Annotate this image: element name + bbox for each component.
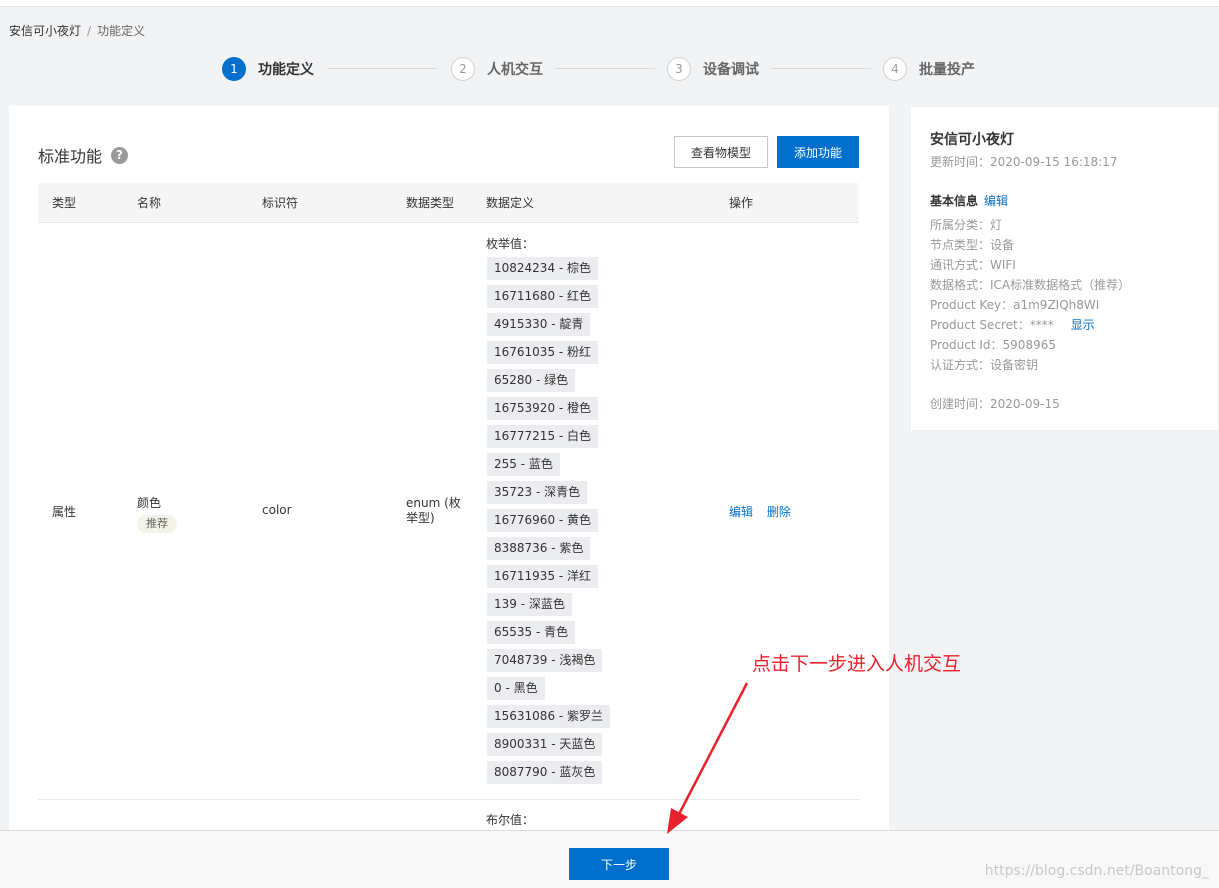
- basic-info-heading: 基本信息 编辑: [930, 192, 1008, 209]
- enum-item: 65280 - 绿色: [487, 369, 576, 392]
- enum-item: 35723 - 深青色: [487, 481, 588, 504]
- info-data-format: 数据格式：ICA标准数据格式（推荐）: [930, 278, 1131, 292]
- next-step-button[interactable]: 下一步: [569, 848, 669, 880]
- enum-item: 16753920 - 橙色: [487, 397, 599, 420]
- header-identifier: 标识符: [262, 196, 299, 210]
- breadcrumb-separator: /: [87, 24, 92, 38]
- bool-title: 布尔值：: [486, 813, 535, 827]
- info-category: 所属分类：灯: [930, 218, 1003, 232]
- breadcrumb-current: 功能定义: [97, 24, 146, 38]
- product-info-panel: 安信可小夜灯 更新时间：2020-09-15 16:18:17 基本信息 编辑 所…: [910, 106, 1219, 431]
- enum-item: 8900331 - 天蓝色: [487, 733, 603, 756]
- view-model-button[interactable]: 查看物模型: [674, 136, 768, 168]
- panel-title-text: 标准功能: [38, 147, 103, 166]
- annotation-text: 点击下一步进入人机交互: [752, 653, 962, 675]
- enum-item: 0 - 黑色: [487, 677, 545, 700]
- cell-data-type: enum (枚举型): [406, 496, 461, 525]
- enum-list: 10824234 - 棕色 16711680 - 红色 4915330 - 靛青…: [487, 257, 611, 789]
- cell-type: 属性: [52, 505, 77, 519]
- step-3-number: 3: [667, 57, 691, 81]
- table-header: 类型 名称 标识符 数据类型 数据定义 操作: [38, 183, 859, 223]
- enum-item: 16777215 - 白色: [487, 425, 599, 448]
- step-connector: [327, 68, 437, 69]
- step-1[interactable]: 1 功能定义: [222, 57, 314, 81]
- step-2-label: 人机交互: [487, 62, 543, 78]
- info-product-id: Product Id：5908965: [930, 338, 1056, 352]
- step-2-number: 2: [451, 57, 475, 81]
- enum-item: 16711935 - 洋红: [487, 565, 599, 588]
- product-name: 安信可小夜灯: [930, 132, 1014, 148]
- enum-item: 16776960 - 黄色: [487, 509, 599, 532]
- step-4-number: 4: [883, 57, 907, 81]
- step-progress: 1 功能定义 2 人机交互 3 设备调试 4 批量投产: [222, 57, 982, 81]
- step-1-label: 功能定义: [258, 62, 314, 78]
- enum-title: 枚举值：: [486, 237, 535, 251]
- step-1-number: 1: [222, 57, 246, 81]
- header-type: 类型: [52, 196, 77, 210]
- panel-title: 标准功能 ?: [38, 143, 129, 167]
- cell-name: 颜色 推荐: [137, 494, 177, 533]
- header-data-def: 数据定义: [486, 196, 535, 210]
- info-product-secret-row: Product Secret：**** 显示: [930, 316, 1095, 333]
- breadcrumb: 安信可小夜灯 / 功能定义: [9, 22, 145, 39]
- cell-identifier: color: [262, 503, 292, 517]
- watermark: https://blog.csdn.net/Boantong_: [984, 863, 1209, 879]
- enum-item: 4915330 - 靛青: [487, 313, 591, 336]
- step-4-label: 批量投产: [919, 62, 975, 78]
- header-name: 名称: [137, 196, 162, 210]
- updated-time: 更新时间：2020-09-15 16:18:17: [930, 155, 1118, 169]
- enum-item: 65535 - 青色: [487, 621, 576, 644]
- header-data-type: 数据类型: [406, 196, 455, 210]
- step-2[interactable]: 2 人机交互: [451, 57, 543, 81]
- enum-item: 16761035 - 粉红: [487, 341, 599, 364]
- enum-item: 10824234 - 棕色: [487, 257, 599, 280]
- delete-link[interactable]: 删除: [767, 505, 791, 519]
- basic-info-title: 基本信息: [930, 194, 979, 208]
- footer-bar: 下一步 https://blog.csdn.net/Boantong_: [0, 830, 1219, 888]
- enum-item: 8388736 - 紫色: [487, 537, 591, 560]
- info-auth: 认证方式：设备密钥: [930, 358, 1039, 372]
- step-connector: [771, 68, 871, 69]
- info-created: 创建时间：2020-09-15: [930, 397, 1060, 411]
- top-bar: [0, 0, 1219, 7]
- add-function-button[interactable]: 添加功能: [777, 136, 859, 168]
- edit-link[interactable]: 编辑: [729, 505, 753, 519]
- enum-item: 15631086 - 紫罗兰: [487, 705, 611, 728]
- breadcrumb-product[interactable]: 安信可小夜灯: [9, 24, 81, 38]
- enum-item: 8087790 - 蓝灰色: [487, 761, 603, 784]
- enum-item: 255 - 蓝色: [487, 453, 560, 476]
- step-connector: [555, 68, 655, 69]
- recommended-badge: 推荐: [137, 515, 177, 533]
- step-4[interactable]: 4 批量投产: [883, 57, 975, 81]
- info-product-key: Product Key：a1m9ZIQh8WI: [930, 298, 1100, 312]
- enum-item: 7048739 - 浅褐色: [487, 649, 603, 672]
- step-3-label: 设备调试: [703, 62, 759, 78]
- info-node-type: 节点类型：设备: [930, 238, 1015, 252]
- show-secret-link[interactable]: 显示: [1071, 318, 1095, 332]
- info-product-secret: Product Secret：****: [930, 318, 1054, 332]
- help-icon[interactable]: ?: [111, 146, 129, 164]
- basic-info-edit-link[interactable]: 编辑: [984, 194, 1008, 208]
- enum-item: 139 - 深蓝色: [487, 593, 572, 616]
- info-comm: 通讯方式：WIFI: [930, 258, 1016, 272]
- function-panel: 标准功能 ? 查看物模型 添加功能 类型 名称 标识符 数据类型 数据定义 操作…: [9, 106, 889, 866]
- cell-actions: 编辑 删除: [729, 503, 791, 520]
- header-actions: 操作: [729, 196, 754, 210]
- enum-item: 16711680 - 红色: [487, 285, 599, 308]
- table-row: 属性 颜色 推荐 color enum (枚举型) 枚举值： 10824234 …: [38, 223, 859, 800]
- step-3[interactable]: 3 设备调试: [667, 57, 759, 81]
- name-text: 颜色: [137, 496, 162, 510]
